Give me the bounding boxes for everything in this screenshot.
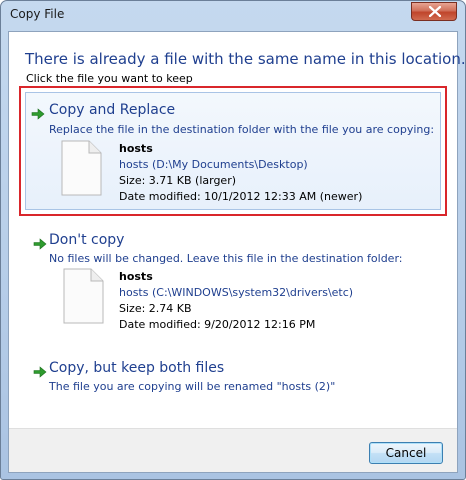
option-title[interactable]: Copy and Replace: [49, 102, 175, 118]
copy-file-dialog: Copy File There is already a file with t…: [0, 0, 466, 480]
file-date-modified: Date modified: 9/20/2012 12:16 PM: [119, 318, 316, 331]
file-size: Size: 3.71 KB (larger): [119, 174, 237, 187]
option-copy-and-replace[interactable]: Copy and Replace Replace the file in the…: [19, 86, 447, 216]
option-description: The file you are copying will be renamed…: [49, 380, 336, 393]
dialog-footer: Cancel: [9, 428, 457, 472]
option-description: Replace the file in the destination fold…: [49, 123, 435, 136]
file-path: hosts (D:\My Documents\Desktop): [119, 158, 308, 171]
green-arrow-icon: [31, 108, 45, 120]
green-arrow-icon: [33, 366, 47, 378]
file-name: hosts: [119, 142, 153, 155]
dialog-content: There is already a file with the same na…: [8, 31, 466, 473]
option-title[interactable]: Copy, but keep both files: [49, 360, 224, 376]
option-dont-copy[interactable]: Don't copy No files will be changed. Lea…: [19, 226, 447, 336]
option-title[interactable]: Don't copy: [49, 232, 124, 248]
file-icon: [61, 140, 102, 196]
option-description: No files will be changed. Leave this fil…: [49, 252, 403, 265]
close-icon: [429, 6, 441, 17]
dialog-heading: There is already a file with the same na…: [25, 50, 466, 68]
file-size: Size: 2.74 KB: [119, 302, 192, 315]
file-date-modified: Date modified: 10/1/2012 12:33 AM (newer…: [119, 190, 363, 203]
file-icon: [63, 268, 104, 324]
file-path: hosts (C:\WINDOWS\system32\drivers\etc): [119, 286, 354, 299]
dialog-instruction: Click the file you want to keep: [26, 72, 193, 85]
window-title: Copy File: [10, 7, 65, 21]
option-keep-both-files[interactable]: Copy, but keep both files The file you a…: [19, 354, 447, 398]
file-name: hosts: [119, 270, 153, 283]
title-bar[interactable]: Copy File: [1, 1, 465, 31]
close-button[interactable]: [411, 2, 457, 21]
cancel-button[interactable]: Cancel: [369, 442, 443, 464]
green-arrow-icon: [33, 238, 47, 250]
